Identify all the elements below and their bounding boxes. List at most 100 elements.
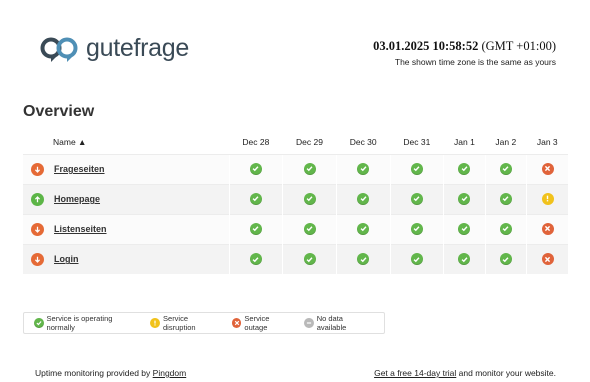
check-circle-icon	[34, 318, 44, 328]
check-circle-icon	[249, 222, 262, 235]
status-cell[interactable]	[282, 213, 337, 244]
dash-circle-icon	[304, 318, 314, 328]
x-circle-icon	[541, 253, 554, 266]
footer-trial-promo: Get a free 14-day trial and monitor your…	[374, 368, 556, 378]
legend-label-nodata: No data available	[316, 314, 347, 332]
check-name-cell: Homepage	[23, 183, 229, 214]
date-header: Dec 30	[349, 136, 377, 147]
status-cell[interactable]	[228, 153, 283, 184]
table-row: Frageseiten	[23, 153, 568, 184]
date-header: Jan 2	[495, 136, 517, 147]
date-header: Dec 28	[242, 136, 270, 147]
status-cell[interactable]	[389, 243, 444, 274]
footer-trial-text: and monitor your website.	[458, 368, 556, 378]
status-cell[interactable]	[282, 153, 337, 184]
x-circle-icon	[541, 222, 554, 235]
check-circle-icon	[410, 222, 423, 235]
arrow-down-icon	[31, 162, 44, 176]
status-cell[interactable]	[443, 213, 486, 244]
check-name-link[interactable]: Login	[54, 254, 79, 264]
date-header: Jan 3	[536, 136, 558, 147]
table-row: Login	[23, 243, 568, 274]
date-header: Dec 29	[296, 136, 323, 147]
status-cell[interactable]	[228, 183, 283, 214]
free-trial-link[interactable]: Get a free 14-day trial	[374, 368, 456, 378]
check-circle-icon	[499, 222, 512, 235]
check-circle-icon	[458, 222, 471, 235]
arrow-up-icon	[31, 192, 44, 206]
check-circle-icon	[249, 253, 262, 266]
check-name-cell: Login	[23, 243, 229, 274]
check-circle-icon	[410, 192, 423, 205]
name-sort-header[interactable]: Name ▲	[23, 130, 229, 154]
legend-item-disruption: Service disruption	[150, 314, 219, 332]
status-cell[interactable]	[228, 243, 283, 274]
status-cell[interactable]	[484, 213, 527, 244]
status-cell[interactable]	[282, 183, 337, 214]
status-cell[interactable]	[484, 183, 527, 214]
status-cell[interactable]	[443, 153, 486, 184]
status-cell[interactable]	[335, 183, 391, 214]
footer-credit-text: Uptime monitoring provided by	[35, 368, 151, 378]
legend-item-ok: Service is operating normally	[34, 314, 138, 332]
check-name-cell: Listenseiten	[23, 213, 229, 244]
check-circle-icon	[410, 162, 423, 175]
overview-title: Overview	[23, 103, 95, 120]
check-circle-icon	[303, 222, 316, 235]
check-circle-icon	[303, 192, 316, 205]
legend-label-disruption: Service disruption	[163, 314, 196, 332]
gutefrage-logo-icon	[40, 37, 78, 62]
check-circle-icon	[303, 253, 316, 266]
status-cell[interactable]	[526, 183, 568, 214]
status-cell[interactable]	[335, 213, 391, 244]
gutefrage-logo[interactable]: gutefrage	[40, 34, 189, 63]
check-circle-icon	[458, 192, 471, 205]
check-name-link[interactable]: Frageseiten	[54, 164, 105, 174]
status-cell[interactable]	[335, 153, 391, 184]
status-cell[interactable]	[526, 243, 568, 274]
arrow-down-icon	[31, 252, 44, 266]
check-circle-icon	[357, 253, 370, 266]
status-cell[interactable]	[526, 213, 568, 244]
check-circle-icon	[357, 162, 370, 175]
check-circle-icon	[410, 253, 423, 266]
status-cell[interactable]	[484, 153, 527, 184]
status-cell[interactable]	[443, 183, 486, 214]
exclamation-circle-icon	[541, 192, 554, 205]
status-cell[interactable]	[389, 213, 444, 244]
status-cell[interactable]	[484, 243, 527, 274]
legend: Service is operating normally Service di…	[23, 312, 385, 334]
status-cell[interactable]	[389, 183, 444, 214]
status-cell[interactable]	[335, 243, 391, 274]
exclamation-circle-icon	[150, 318, 161, 328]
check-name-link[interactable]: Homepage	[54, 194, 100, 204]
table-row: Listenseiten	[23, 213, 568, 244]
datetime-block: 03.01.2025 10:58:52 (GMT +01:00) The sho…	[373, 39, 556, 67]
date-header: Dec 31	[403, 136, 431, 147]
check-circle-icon	[249, 192, 262, 205]
x-circle-icon	[541, 162, 554, 175]
check-circle-icon	[357, 192, 370, 205]
status-cell[interactable]	[282, 243, 337, 274]
status-cell[interactable]	[228, 213, 283, 244]
date-header: Jan 1	[454, 136, 475, 147]
legend-item-outage: Service outage	[231, 314, 292, 332]
table-row: Homepage	[23, 183, 568, 214]
x-circle-icon	[231, 318, 242, 328]
check-circle-icon	[499, 192, 512, 205]
check-name-link[interactable]: Listenseiten	[54, 224, 107, 234]
footer-pingdom-credit: Uptime monitoring provided by Pingdom	[35, 368, 186, 378]
status-table: Name ▲ Dec 28 Dec 29 Dec 30 Dec 31 Jan 1 Jan …	[23, 130, 568, 274]
timezone-note: The shown time zone is the same as yours	[394, 57, 556, 67]
status-cell[interactable]	[526, 153, 568, 184]
pingdom-link[interactable]: Pingdom	[153, 368, 187, 378]
check-name-cell: Frageseiten	[23, 153, 229, 184]
check-circle-icon	[499, 162, 512, 175]
status-cell[interactable]	[389, 153, 444, 184]
current-datetime: 03.01.2025 10:58:52 (GMT +01:00)	[373, 39, 556, 53]
status-cell[interactable]	[443, 243, 486, 274]
check-circle-icon	[458, 253, 471, 266]
check-circle-icon	[303, 162, 316, 175]
arrow-down-icon	[31, 222, 44, 236]
legend-item-nodata: No data available	[304, 314, 372, 332]
